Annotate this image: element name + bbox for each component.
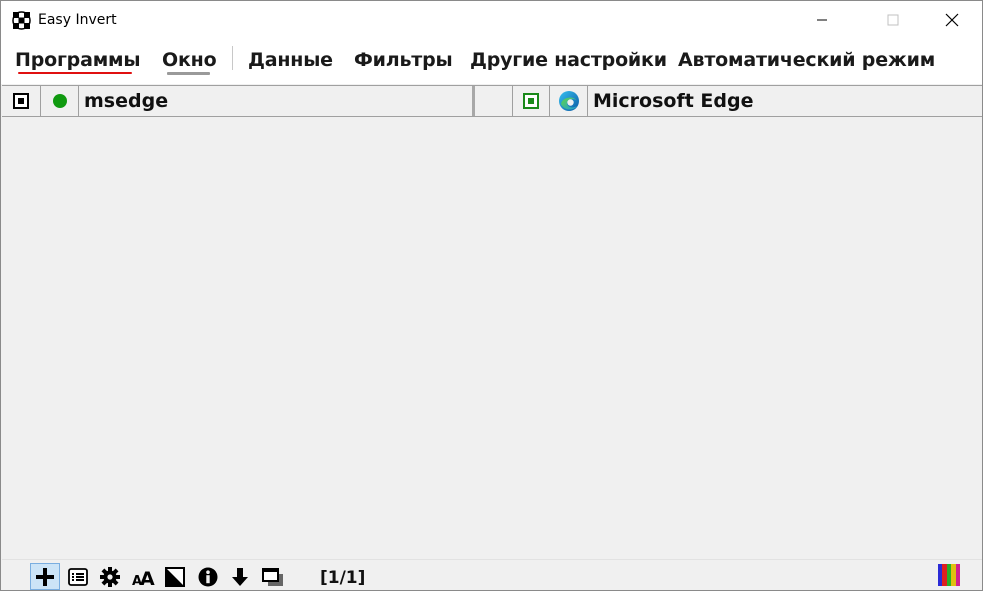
tab-bar: Программы Окно Данные Фильтры Другие нас… — [1, 39, 982, 84]
tab-filters[interactable]: Фильтры — [354, 49, 453, 71]
window-shadow-icon — [262, 567, 283, 586]
bottom-toolbar: A A [1/1] — [2, 559, 982, 590]
row-status-cell — [41, 86, 79, 116]
process-name: msedge — [84, 90, 169, 112]
tab-programs[interactable]: Программы — [15, 49, 141, 71]
add-button[interactable] — [30, 563, 60, 590]
gear-icon — [100, 566, 120, 587]
tab-data[interactable]: Данные — [248, 49, 333, 71]
font-size-icon: A A — [132, 568, 155, 587]
plus-icon — [36, 567, 54, 586]
checkbox-checked-green-icon[interactable] — [523, 93, 539, 109]
tab-auto-mode[interactable]: Автоматический режим — [678, 49, 935, 71]
close-icon — [945, 13, 959, 27]
maximize-icon — [887, 14, 899, 26]
row-checkbox-cell[interactable] — [2, 86, 41, 116]
edge-icon — [558, 91, 579, 111]
info-button[interactable] — [193, 563, 223, 590]
row-app-icon-cell — [550, 86, 588, 116]
page-indicator: [1/1] — [320, 568, 366, 588]
palette-icon[interactable] — [938, 564, 961, 586]
arrow-down-icon — [232, 567, 248, 586]
row-app-checkbox-cell[interactable] — [513, 86, 550, 116]
row-empty-cell — [475, 86, 513, 116]
settings-button[interactable] — [95, 563, 125, 590]
checkbox-checked-icon[interactable] — [13, 93, 29, 109]
minimize-icon — [817, 19, 827, 21]
contrast-button[interactable] — [160, 563, 190, 590]
app-name: Microsoft Edge — [593, 90, 754, 112]
list-icon — [68, 567, 88, 586]
green-dot-icon — [52, 94, 67, 108]
window-shadow-button[interactable] — [258, 563, 288, 590]
row-process-cell[interactable]: msedge — [79, 86, 472, 116]
active-tab-indicator — [18, 72, 132, 74]
minimize-button[interactable] — [799, 1, 845, 39]
tab-hover-indicator — [167, 72, 210, 75]
svg-text:A: A — [140, 568, 155, 587]
row-app-name-cell[interactable]: Microsoft Edge — [588, 86, 982, 116]
info-icon — [198, 567, 218, 586]
maximize-button[interactable] — [870, 1, 916, 39]
app-window: Easy Invert Программы Окно Данные Фильтр… — [0, 0, 983, 591]
palette-bar-magenta — [955, 564, 961, 586]
window-title: Easy Invert — [38, 12, 117, 28]
tab-window[interactable]: Окно — [162, 49, 217, 71]
program-list-area[interactable] — [2, 118, 982, 558]
tab-divider — [232, 46, 233, 70]
list-button[interactable] — [63, 563, 93, 590]
contrast-icon — [165, 566, 185, 587]
font-size-button[interactable]: A A — [128, 563, 158, 590]
title-bar[interactable]: Easy Invert — [1, 1, 982, 39]
program-row[interactable]: msedge Microsoft Edge — [2, 85, 982, 117]
move-down-button[interactable] — [225, 563, 255, 590]
app-logo-icon — [12, 11, 31, 30]
tab-other-settings[interactable]: Другие настройки — [470, 49, 667, 71]
close-button[interactable] — [929, 1, 975, 39]
